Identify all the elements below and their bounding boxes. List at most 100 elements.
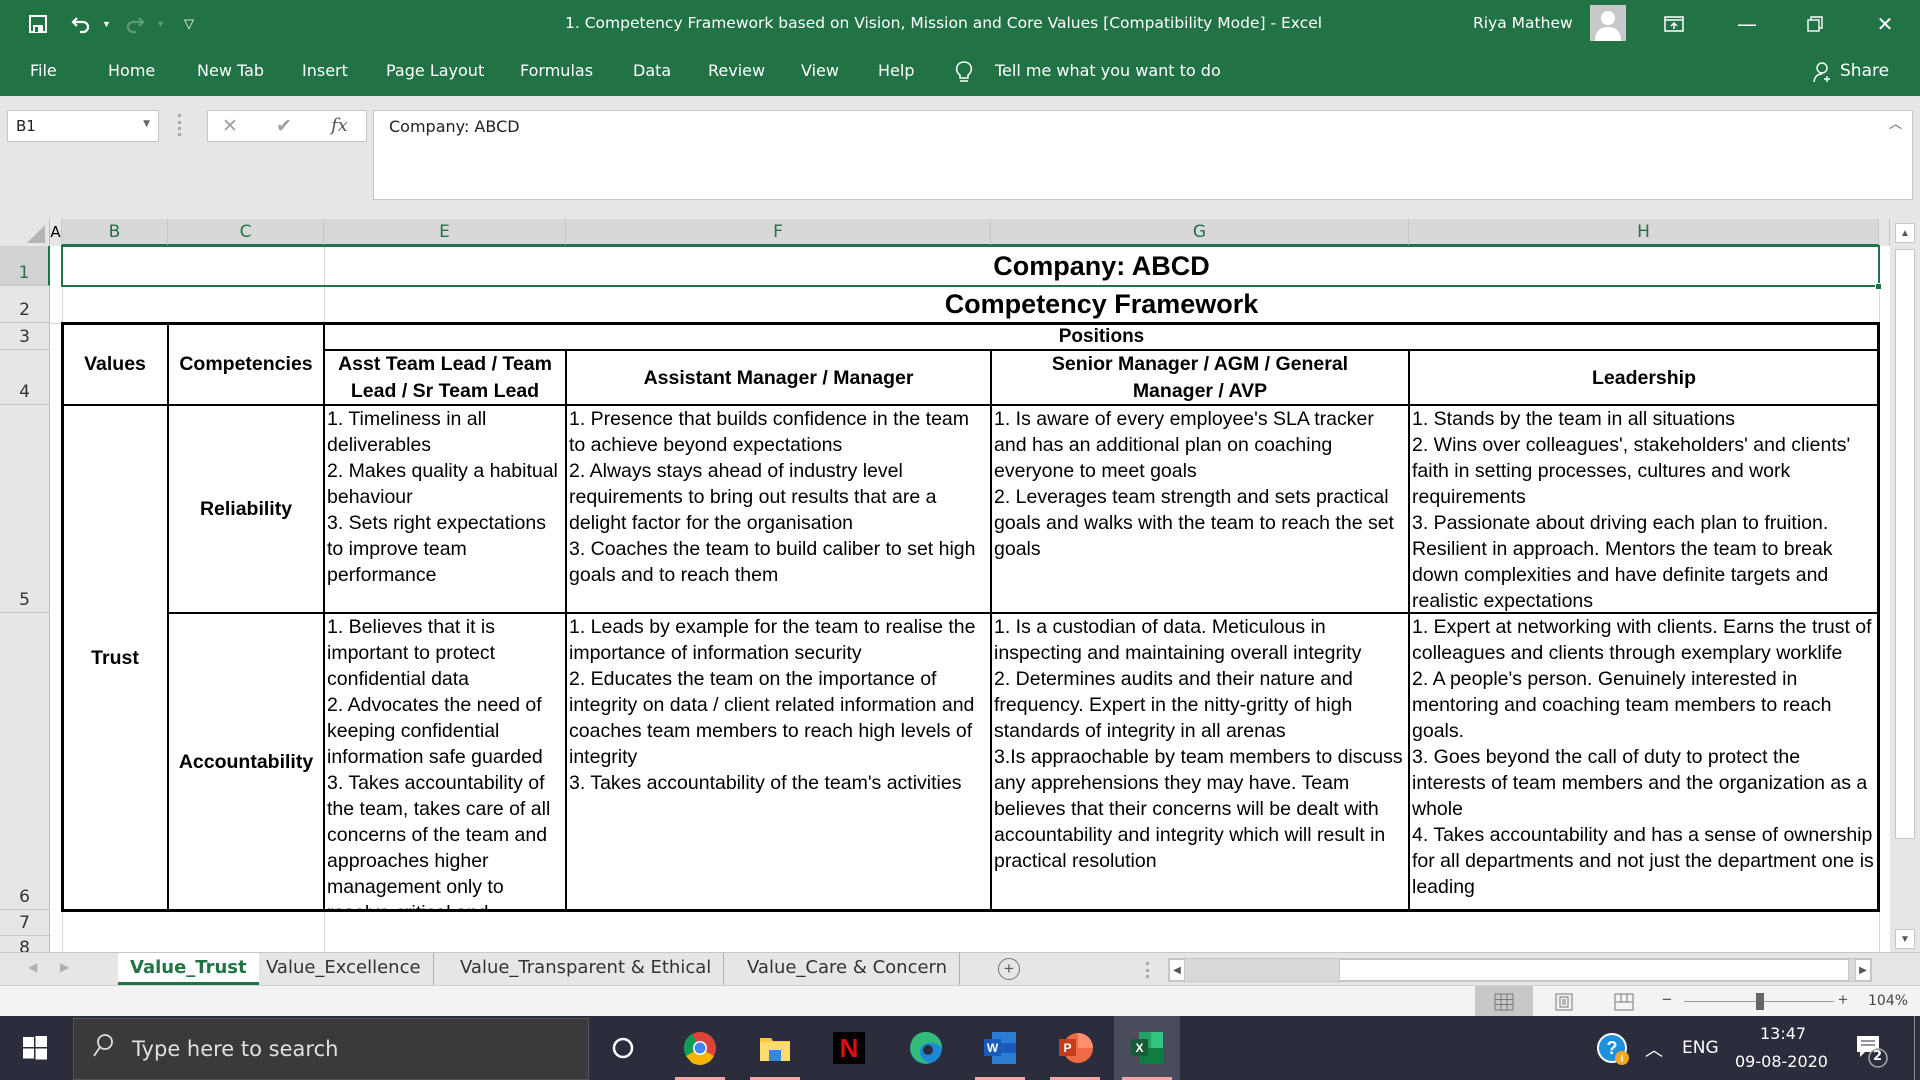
file-explorer-icon[interactable]: [742, 1016, 808, 1080]
row-header-8[interactable]: 8: [0, 936, 50, 952]
tab-insert[interactable]: Insert: [302, 61, 348, 80]
column-header-h[interactable]: H: [1409, 219, 1879, 246]
language-indicator[interactable]: ENG: [1682, 1038, 1719, 1058]
zoom-slider-thumb[interactable]: [1756, 993, 1764, 1010]
position-header-senior-manager[interactable]: Senior Manager / AGM / General Manager /…: [991, 350, 1409, 405]
competency-accountability[interactable]: Accountability: [168, 613, 324, 910]
competencies-header[interactable]: Competencies: [168, 323, 324, 405]
worksheet-grid[interactable]: A B C E F G H 1 2 3 4 5 6 7 8 Company: A…: [0, 219, 1890, 952]
sheet-tab-value-transparent-ethical[interactable]: Value_Transparent & Ethical: [448, 953, 725, 985]
cancel-icon[interactable]: ✕: [222, 115, 238, 138]
redo-icon[interactable]: [124, 12, 146, 36]
insert-function-icon[interactable]: fx: [331, 115, 348, 136]
zoom-out-button[interactable]: −: [1662, 990, 1672, 1010]
sheet-tab-value-trust[interactable]: Value_Trust: [118, 953, 259, 985]
accountability-manager-cell[interactable]: 1. Leads by example for the team to real…: [566, 613, 991, 910]
zoom-level[interactable]: 104%: [1868, 993, 1908, 1009]
page-layout-view-icon[interactable]: [1535, 986, 1593, 1017]
row-header-7[interactable]: 7: [0, 910, 50, 936]
cortana-icon[interactable]: [590, 1016, 656, 1080]
minimize-button[interactable]: —: [1718, 0, 1776, 48]
accountability-team-lead-cell[interactable]: 1. Believes that it is important to prot…: [324, 613, 566, 910]
tab-split-handle[interactable]: [1146, 962, 1149, 978]
scroll-right-icon[interactable]: ▶: [1855, 959, 1871, 981]
select-all-button[interactable]: [0, 219, 50, 246]
clock-date[interactable]: 09-08-2020: [1735, 1052, 1828, 1071]
row-header-3[interactable]: 3: [0, 323, 50, 350]
scroll-down-icon[interactable]: ▼: [1895, 929, 1915, 949]
accountability-senior-manager-cell[interactable]: 1. Is a custodian of data. Meticulous in…: [991, 613, 1409, 910]
undo-icon[interactable]: [70, 12, 92, 36]
vertical-scroll-thumb[interactable]: [1895, 249, 1915, 839]
accountability-leadership-cell[interactable]: 1. Expert at networking with clients. Ea…: [1409, 613, 1879, 910]
values-header[interactable]: Values: [62, 323, 168, 405]
column-header-f[interactable]: F: [566, 219, 991, 246]
position-header-manager[interactable]: Assistant Manager / Manager: [566, 350, 991, 405]
vertical-scrollbar[interactable]: ▲ ▼: [1890, 219, 1920, 952]
position-header-leadership[interactable]: Leadership: [1409, 350, 1879, 405]
normal-view-icon[interactable]: [1475, 986, 1533, 1017]
tab-new-tab[interactable]: New Tab: [197, 61, 264, 80]
windows-start-icon[interactable]: [0, 1016, 70, 1080]
netflix-icon[interactable]: N: [816, 1016, 882, 1080]
name-box[interactable]: B1 ▼: [7, 110, 159, 142]
edge-icon[interactable]: [893, 1016, 959, 1080]
save-icon[interactable]: [28, 12, 48, 36]
chrome-icon[interactable]: [667, 1016, 733, 1080]
undo-dropdown-icon[interactable]: ▼: [102, 12, 111, 36]
tab-data[interactable]: Data: [633, 61, 671, 80]
restore-button[interactable]: [1786, 0, 1844, 48]
ribbon-display-options-icon[interactable]: [1645, 0, 1703, 48]
column-header-a[interactable]: A: [50, 219, 62, 246]
framework-title[interactable]: Competency Framework: [324, 286, 1879, 323]
prev-sheet-icon[interactable]: ◀: [28, 960, 37, 974]
taskbar-search-input[interactable]: Type here to search: [73, 1018, 589, 1080]
fill-handle[interactable]: [1875, 283, 1882, 290]
sheet-tab-value-excellence[interactable]: Value_Excellence: [254, 953, 434, 985]
formula-bar-splitter[interactable]: [178, 114, 181, 136]
sheet-tab-value-care-concern[interactable]: Value_Care & Concern: [735, 953, 961, 985]
row-header-1[interactable]: 1: [0, 246, 50, 286]
company-title[interactable]: Company: ABCD: [324, 246, 1879, 286]
scroll-up-icon[interactable]: ▲: [1895, 223, 1915, 243]
user-avatar[interactable]: [1590, 5, 1626, 41]
excel-icon[interactable]: X: [1114, 1016, 1180, 1080]
collapse-formula-bar-icon[interactable]: ︿: [1889, 113, 1902, 132]
formula-input[interactable]: Company: ABCD ︿: [373, 110, 1913, 200]
next-sheet-icon[interactable]: ▶: [60, 960, 69, 974]
row-header-5[interactable]: 5: [0, 405, 50, 613]
row-header-4[interactable]: 4: [0, 350, 50, 405]
tab-page-layout[interactable]: Page Layout: [386, 61, 484, 80]
page-break-preview-icon[interactable]: [1595, 986, 1653, 1017]
user-name[interactable]: Riya Mathew: [1473, 14, 1573, 32]
add-sheet-icon[interactable]: +: [998, 958, 1020, 980]
show-desktop-button[interactable]: [1914, 1016, 1915, 1080]
powerpoint-icon[interactable]: P: [1042, 1016, 1108, 1080]
column-header-g[interactable]: G: [991, 219, 1409, 246]
share-button[interactable]: Share: [1840, 61, 1889, 81]
zoom-in-button[interactable]: +: [1838, 990, 1848, 1010]
reliability-team-lead-cell[interactable]: 1. Timeliness in all deliverables 2. Mak…: [324, 405, 566, 613]
customize-qat-icon[interactable]: ▽: [184, 12, 194, 36]
word-icon[interactable]: W: [967, 1016, 1033, 1080]
tab-formulas[interactable]: Formulas: [520, 61, 593, 80]
show-hidden-icons[interactable]: ︿: [1645, 1036, 1663, 1062]
tab-review[interactable]: Review: [708, 61, 765, 80]
column-header-next[interactable]: [1879, 219, 1890, 246]
reliability-manager-cell[interactable]: 1. Presence that builds confidence in th…: [566, 405, 991, 613]
reliability-leadership-cell[interactable]: 1. Stands by the team in all situations …: [1409, 405, 1879, 613]
check-icon[interactable]: ✔: [276, 115, 292, 138]
scroll-left-icon[interactable]: ◀: [1169, 959, 1185, 981]
horizontal-scrollbar[interactable]: ◀ ▶: [1168, 958, 1872, 982]
tell-me-search[interactable]: Tell me what you want to do: [995, 61, 1221, 80]
value-cell-trust[interactable]: Trust: [62, 405, 168, 910]
position-header-team-lead[interactable]: Asst Team Lead / Team Lead / Sr Team Lea…: [324, 350, 566, 405]
row-header-2[interactable]: 2: [0, 286, 50, 323]
positions-header[interactable]: Positions: [324, 323, 1879, 350]
tab-file[interactable]: File: [30, 61, 57, 80]
tab-home[interactable]: Home: [108, 61, 155, 80]
clock-time[interactable]: 13:47: [1760, 1024, 1806, 1043]
row-header-6[interactable]: 6: [0, 613, 50, 910]
reliability-senior-manager-cell[interactable]: 1. Is aware of every employee's SLA trac…: [991, 405, 1409, 613]
column-header-b[interactable]: B: [62, 219, 168, 246]
